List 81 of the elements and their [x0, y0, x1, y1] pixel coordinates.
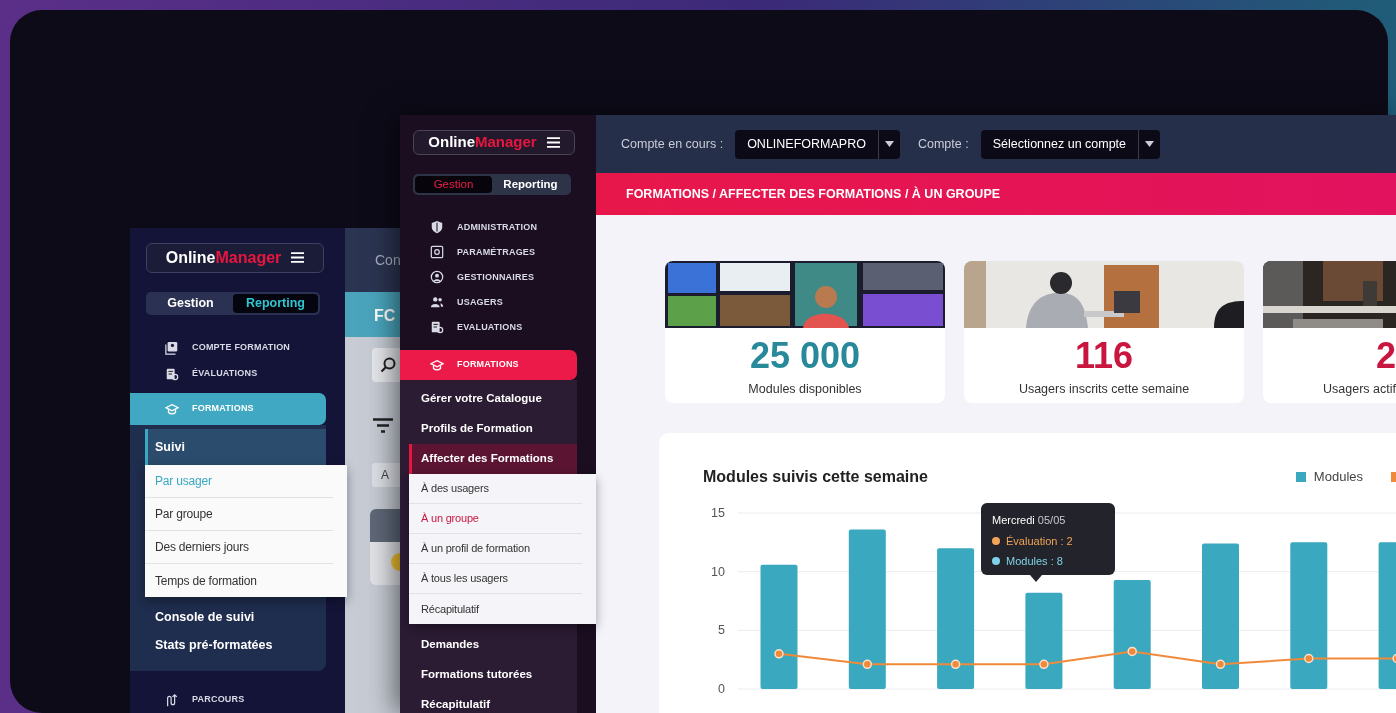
logo: OnlineManager [428, 132, 537, 152]
data-point [1392, 653, 1396, 664]
data-point [950, 659, 961, 670]
submenu-item[interactable]: Console de suivi [130, 603, 326, 631]
submenu-option[interactable]: Temps de formation [145, 564, 333, 597]
stat-label: Usagers inscrits cette semaine [1017, 381, 1191, 398]
stat-label: Modules disponibles [747, 381, 863, 398]
menu-icon[interactable] [291, 252, 305, 264]
mode-tab[interactable]: Reporting [233, 293, 318, 313]
shield-icon [430, 220, 444, 235]
submenu-option[interactable]: À un groupe [409, 503, 582, 534]
filter-icon[interactable] [373, 418, 393, 433]
users-icon [430, 295, 444, 310]
axis-label: 10 [711, 564, 725, 579]
nav-item[interactable]: COMPTE FORMATION [130, 335, 345, 361]
tooltip-text: Modules : 8 [1006, 554, 1063, 569]
clipboard-icon [165, 367, 179, 381]
submenu-item[interactable]: Suivi [145, 429, 326, 465]
chart-title: Modules suivis cette semaine [703, 467, 928, 487]
tooltip-title: Mercredi 05/05 [992, 513, 1067, 528]
top-bar-text: Con [345, 228, 400, 292]
mode-tab[interactable]: Gestion [415, 175, 492, 193]
field-label: Compte en cours : [621, 135, 724, 153]
tooltip-text: Évaluation : 2 [1006, 533, 1073, 549]
breadcrumb: FORMATIONS / AFFECTER DES FORMATIONS / À UN GROUPE [596, 173, 1396, 215]
submenu-option[interactable]: À tous les usagers [409, 563, 582, 594]
axis-label: 5 [718, 623, 725, 638]
stat-value: 25 000 [748, 338, 862, 374]
account-select[interactable]: ONLINEFORMAPRO [735, 129, 900, 159]
nav-item[interactable]: PARAMÉTRAGES [400, 239, 596, 265]
axis-label: 15 [711, 506, 725, 520]
route-icon [165, 693, 179, 707]
user-icon [430, 270, 444, 285]
filter-button[interactable]: A [372, 463, 400, 487]
menu-icon[interactable] [546, 136, 560, 148]
axis-label: 0 [718, 682, 725, 696]
submenu-item[interactable]: Demandes [400, 629, 577, 660]
page-header: FC [345, 292, 400, 337]
settings-icon [430, 245, 444, 260]
mode-tab[interactable]: Reporting [492, 175, 569, 193]
submenu-option[interactable]: À des usagers [409, 473, 582, 504]
account-select[interactable]: Sélectionnez un compte [980, 129, 1161, 159]
submenu-option[interactable]: Des derniers jours [145, 531, 333, 564]
submenu-item[interactable]: Profils de Formation [400, 413, 577, 444]
mode-tab[interactable]: Gestion [148, 293, 233, 313]
legend-label: Modules [1313, 468, 1363, 487]
graduation-cap-icon [430, 357, 444, 372]
clipboard-icon [430, 320, 444, 335]
submenu-item[interactable]: Stats pré-formatées [130, 631, 326, 659]
stat-value: 116 [1073, 338, 1135, 374]
submenu-option[interactable]: Récapitulatif [409, 593, 582, 624]
data-point [862, 659, 873, 670]
profile-card-icon [165, 341, 179, 355]
submenu-item[interactable]: Affecter des Formations [409, 443, 577, 474]
avatar-icon [390, 552, 400, 572]
graduation-cap-icon [165, 402, 179, 416]
data-point [1039, 659, 1049, 670]
data-point [774, 649, 784, 659]
submenu-item[interactable]: Récapitulatif [400, 689, 577, 713]
nav-item[interactable]: GESTIONNAIRES [400, 264, 596, 290]
nav-item[interactable]: USAGERS [400, 289, 596, 315]
nav-item[interactable]: FORMATIONS [400, 349, 577, 380]
submenu-item[interactable]: Formations tutorées [400, 659, 577, 690]
data-point [1127, 646, 1137, 657]
data-point [1304, 653, 1314, 664]
logo: OnlineManager [165, 247, 282, 268]
stat-value: 2 [1374, 338, 1396, 374]
field-label: Compte : [917, 135, 969, 153]
search-icon [380, 357, 396, 373]
search-field[interactable] [372, 348, 400, 382]
nav-item[interactable]: EVALUATIONS [400, 314, 596, 340]
stat-label: Usagers actif [1322, 381, 1396, 398]
submenu-option[interactable]: À un profil de formation [409, 533, 582, 564]
nav-item[interactable]: ADMINISTRATION [400, 214, 596, 240]
nav-item[interactable]: PARCOURS [130, 687, 345, 713]
nav-item[interactable]: ÉVALUATIONS [130, 361, 345, 387]
caret-icon [1145, 141, 1155, 147]
caret-icon [884, 141, 894, 147]
data-point [1215, 659, 1226, 670]
submenu-item[interactable]: Gérer votre Catalogue [400, 383, 577, 414]
submenu-option[interactable]: Par groupe [145, 498, 333, 531]
